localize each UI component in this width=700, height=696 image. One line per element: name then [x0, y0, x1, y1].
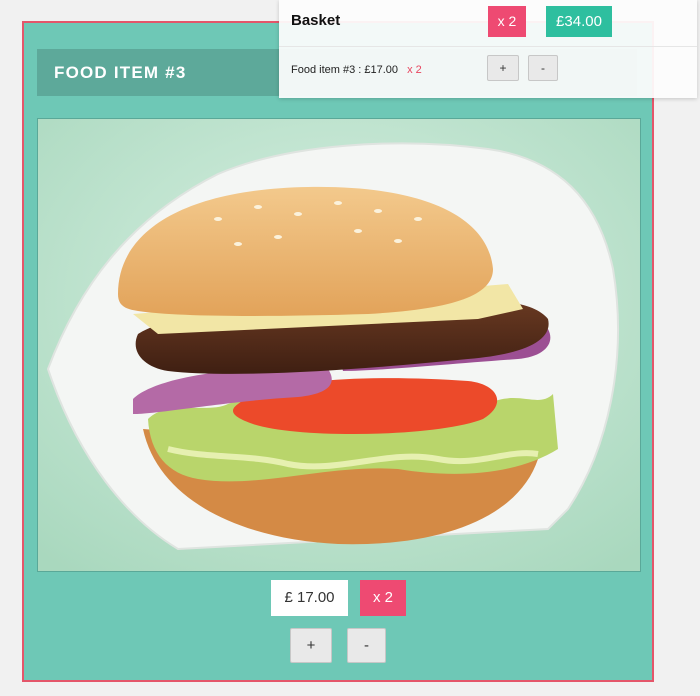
basket-line-item-label: Food item #3 : £17.00 — [291, 64, 399, 76]
food-item-image — [37, 118, 641, 572]
burger-illustration — [38, 119, 640, 571]
food-item-increase-button[interactable]: + — [290, 628, 332, 663]
food-item-card: FOOD ITEM #3 £ 17.00 x 2 + - — [22, 21, 654, 682]
food-item-decrease-button[interactable]: - — [347, 628, 386, 663]
basket-line-item-quantity: x 2 — [407, 64, 422, 76]
food-item-title: FOOD ITEM #3 — [54, 63, 187, 82]
basket-total-badge: £34.00 — [546, 6, 612, 37]
food-item-quantity-badge: x 2 — [360, 580, 406, 616]
page: FOOD ITEM #3 £ 17.00 x 2 + - Basket x 2 … — [0, 0, 700, 696]
basket-quantity-badge: x 2 — [488, 6, 526, 37]
basket-line-decrease-button[interactable]: - — [528, 55, 558, 81]
basket-divider — [279, 46, 697, 47]
basket-line-item: Food item #3 : £17.00 x 2 — [291, 64, 422, 76]
food-item-price: £ 17.00 — [271, 580, 348, 616]
basket-line-increase-button[interactable]: + — [487, 55, 519, 81]
basket-title: Basket — [291, 12, 341, 29]
basket-panel: Basket x 2 £34.00 Food item #3 : £17.00 … — [279, 0, 697, 98]
